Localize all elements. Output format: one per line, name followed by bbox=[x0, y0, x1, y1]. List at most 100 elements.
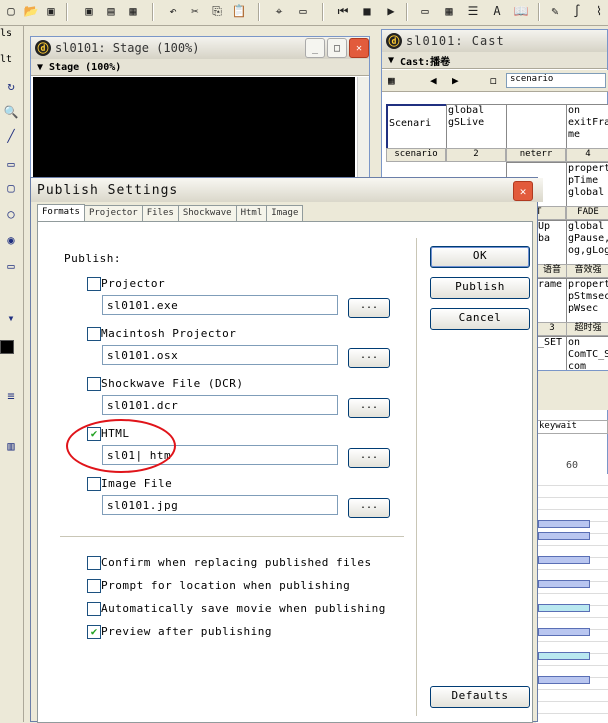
projector-label: Projector bbox=[101, 277, 166, 290]
copy-icon[interactable]: ⎘ bbox=[208, 2, 226, 20]
dropdown-tool-icon[interactable]: ▾ bbox=[1, 308, 21, 328]
ok-button[interactable]: OK bbox=[430, 246, 530, 268]
radio-tool-icon[interactable]: ◉ bbox=[1, 230, 21, 250]
cast-member-script[interactable]: propert pStmsec pWsec bbox=[566, 278, 608, 324]
rewind-icon[interactable]: ⏮ bbox=[334, 2, 352, 20]
score-icon[interactable]: ☰ bbox=[464, 2, 482, 20]
rotate-tool-icon[interactable]: ↻ bbox=[1, 76, 21, 96]
stage-canvas[interactable] bbox=[33, 77, 355, 185]
ellipse-tool-icon[interactable]: ○ bbox=[1, 204, 21, 224]
director-logo-icon: ⓓ bbox=[386, 33, 402, 49]
cast-member-label: 音效强 bbox=[566, 264, 608, 278]
paste-icon[interactable]: 📋 bbox=[230, 2, 248, 20]
shockwave-browse-button[interactable]: ... bbox=[348, 398, 390, 418]
play-icon[interactable]: ▶ bbox=[382, 2, 400, 20]
cast-member-script[interactable]: on exitFra me bbox=[566, 104, 608, 150]
rectangle-tool-icon[interactable]: ▭ bbox=[1, 154, 21, 174]
shockwave-label: Shockwave File (DCR) bbox=[101, 377, 244, 390]
paint-icon[interactable]: ✎ bbox=[546, 2, 564, 20]
publish-button[interactable]: Publish bbox=[430, 277, 530, 299]
open-icon[interactable]: 📂 bbox=[22, 2, 40, 20]
defaults-button[interactable]: Defaults bbox=[430, 686, 530, 708]
cast-member-script[interactable]: global gPause, og,gLog bbox=[566, 220, 608, 266]
prompt-location-checkbox[interactable] bbox=[87, 579, 101, 593]
web-icon[interactable]: ▦ bbox=[124, 2, 142, 20]
save-all-icon[interactable]: ▣ bbox=[80, 2, 98, 20]
auto-save-checkbox[interactable] bbox=[87, 602, 101, 616]
cast-icon[interactable]: ▦ bbox=[440, 2, 458, 20]
score-sprite[interactable] bbox=[538, 556, 590, 564]
script-icon[interactable]: ⌇ bbox=[590, 2, 608, 20]
foreground-color-swatch[interactable] bbox=[0, 340, 14, 354]
score-sprite[interactable] bbox=[538, 676, 590, 684]
html-browse-button[interactable]: ... bbox=[348, 448, 390, 468]
cast-member-label: 超时强 bbox=[566, 322, 608, 336]
cast-member-script[interactable]: global gSLive bbox=[446, 104, 507, 150]
save-icon[interactable]: ▣ bbox=[42, 2, 60, 20]
find-icon[interactable]: ⌖ bbox=[270, 2, 288, 20]
line-width-icon[interactable]: ≡ bbox=[1, 386, 21, 406]
mac-projector-checkbox[interactable] bbox=[87, 327, 101, 341]
cast-member-scenario[interactable]: Scenari bbox=[386, 104, 449, 152]
cancel-button[interactable]: Cancel bbox=[430, 308, 530, 330]
projector-browse-button[interactable]: ... bbox=[348, 298, 390, 318]
vector-icon[interactable]: ∫ bbox=[568, 2, 586, 20]
score-sprite[interactable] bbox=[538, 580, 590, 588]
shockwave-filename-field[interactable]: sl0101.dcr bbox=[102, 395, 338, 415]
cut-icon[interactable]: ✂ bbox=[186, 2, 204, 20]
score-channels[interactable] bbox=[536, 474, 608, 723]
magnify-tool-icon[interactable]: 🔍 bbox=[1, 102, 21, 122]
minimize-icon[interactable]: _ bbox=[305, 38, 325, 58]
tool-palette: ls lt ↻ 🔍 ╱ ▭ ▢ ○ ◉ ▭ ▾ ≡ ▥ bbox=[0, 26, 24, 722]
cast-toolbar: ▦ ◀ ▶ ◻ scenario bbox=[382, 70, 608, 92]
cast-member-name-field[interactable]: scenario bbox=[506, 73, 606, 88]
pattern-icon[interactable]: ▥ bbox=[1, 436, 21, 456]
library-icon[interactable]: 📖 bbox=[512, 2, 530, 20]
cast-member[interactable]: Up ba bbox=[536, 220, 569, 266]
image-file-checkbox[interactable] bbox=[87, 477, 101, 491]
stop-icon[interactable]: ■ bbox=[358, 2, 376, 20]
text-icon[interactable]: A bbox=[488, 2, 506, 20]
cast-title: sl0101: Cast bbox=[406, 34, 505, 48]
projector-filename-field[interactable]: sl0101.exe bbox=[102, 295, 338, 315]
auto-save-label: Automatically save movie when publishing bbox=[101, 602, 386, 615]
score-sprite[interactable] bbox=[538, 628, 590, 636]
projector-checkbox[interactable] bbox=[87, 277, 101, 291]
preview-checkbox[interactable]: ✔ bbox=[87, 625, 101, 639]
cast-subtitle: Cast:播卷 bbox=[400, 56, 451, 68]
line-tool-icon[interactable]: ╱ bbox=[1, 126, 21, 146]
next-cast-icon[interactable]: ▶ bbox=[452, 74, 459, 87]
image-filename-field[interactable]: sl0101.jpg bbox=[102, 495, 338, 515]
score-sprite[interactable] bbox=[538, 532, 590, 540]
score-sprite[interactable] bbox=[538, 604, 590, 612]
annotation-ellipse bbox=[66, 419, 176, 473]
stage-titlebar[interactable]: ⓓ sl0101: Stage (100%) _ □ ✕ bbox=[31, 37, 369, 59]
cast-member-neterr[interactable] bbox=[506, 104, 567, 150]
collapse-icon[interactable]: ▼ bbox=[37, 62, 43, 73]
mac-projector-filename-field[interactable]: sl0101.osx bbox=[102, 345, 338, 365]
previous-cast-icon[interactable]: ◀ bbox=[430, 74, 437, 87]
image-browse-button[interactable]: ... bbox=[348, 498, 390, 518]
score-sprite[interactable] bbox=[538, 652, 590, 660]
rounded-rect-tool-icon[interactable]: ▢ bbox=[1, 178, 21, 198]
mac-projector-browse-button[interactable]: ... bbox=[348, 348, 390, 368]
stage-icon[interactable]: ▭ bbox=[416, 2, 434, 20]
cast-titlebar[interactable]: ⓓ sl0101: Cast bbox=[382, 30, 607, 52]
close-icon[interactable]: ✕ bbox=[513, 181, 533, 201]
field-tool-icon[interactable]: ▭ bbox=[1, 256, 21, 276]
cast-member-icon[interactable]: ◻ bbox=[490, 74, 497, 87]
new-icon[interactable]: ▢ bbox=[2, 2, 20, 20]
cast-member-script[interactable]: property pTime global bbox=[566, 162, 608, 208]
shockwave-checkbox[interactable] bbox=[87, 377, 101, 391]
close-icon[interactable]: ✕ bbox=[349, 38, 369, 58]
align-icon[interactable]: ▭ bbox=[294, 2, 312, 20]
score-sprite[interactable] bbox=[538, 520, 590, 528]
maximize-icon[interactable]: □ bbox=[327, 38, 347, 58]
publish-icon[interactable]: ▤ bbox=[102, 2, 120, 20]
collapse-icon[interactable]: ▼ bbox=[388, 55, 394, 66]
stage-scrollbar[interactable] bbox=[357, 77, 369, 185]
cast-member[interactable]: rame bbox=[536, 278, 569, 324]
undo-icon[interactable]: ↶ bbox=[164, 2, 182, 20]
cast-view-icon[interactable]: ▦ bbox=[388, 74, 395, 87]
confirm-replace-checkbox[interactable] bbox=[87, 556, 101, 570]
